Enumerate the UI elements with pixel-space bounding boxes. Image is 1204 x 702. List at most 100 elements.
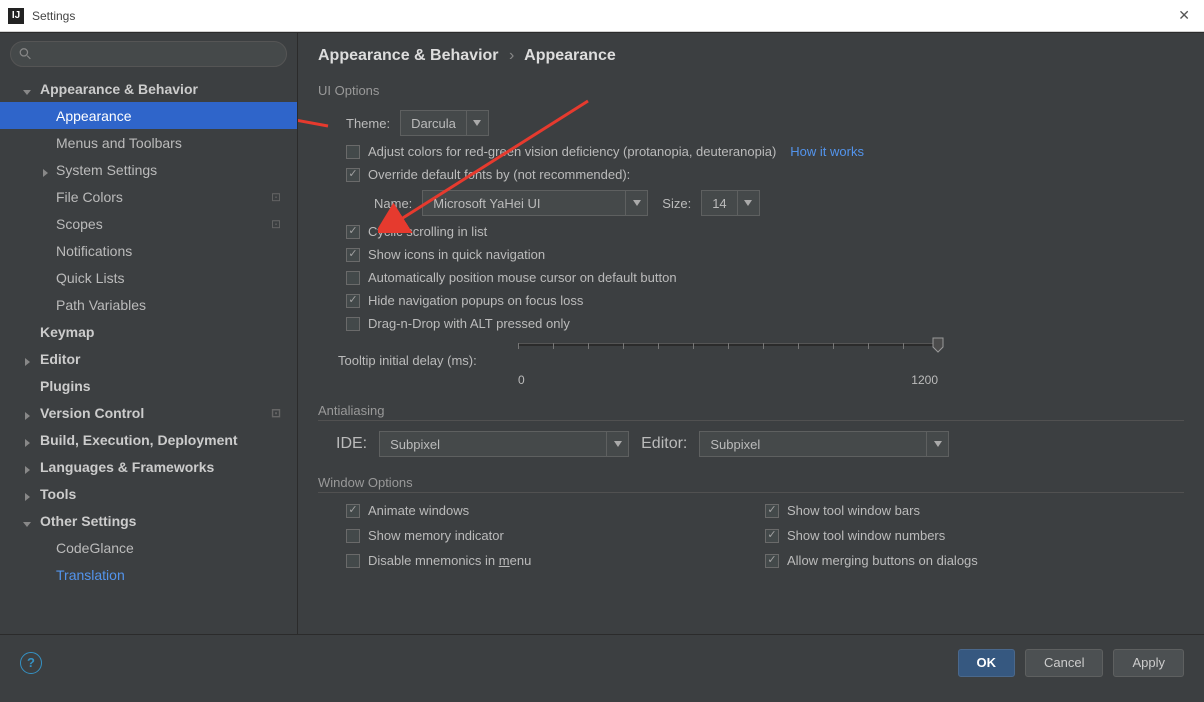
font-size-label: Size: bbox=[662, 196, 691, 211]
how-it-works-link[interactable]: How it works bbox=[790, 144, 864, 159]
tree-notifications[interactable]: Notifications bbox=[0, 237, 297, 264]
tree-build-execution[interactable]: Build, Execution, Deployment bbox=[0, 426, 297, 453]
tree-menus-toolbars[interactable]: Menus and Toolbars bbox=[0, 129, 297, 156]
app-icon: IJ bbox=[8, 8, 24, 24]
editor-aa-label: Editor: bbox=[641, 435, 687, 453]
slider-min: 0 bbox=[518, 373, 525, 387]
search-input-wrap bbox=[10, 41, 287, 67]
tree-keymap[interactable]: Keymap bbox=[0, 318, 297, 345]
tree-system-settings[interactable]: System Settings bbox=[0, 156, 297, 183]
editor-aa-combo[interactable]: Subpixel bbox=[699, 431, 949, 457]
ide-aa-label: IDE: bbox=[336, 435, 367, 453]
tree-label: Path Variables bbox=[56, 297, 146, 313]
hide-popups-label: Hide navigation popups on focus loss bbox=[368, 293, 583, 308]
disable-mnemonics-label: Disable mnemonics in menu bbox=[368, 553, 531, 568]
tooltip-delay-label: Tooltip initial delay (ms): bbox=[338, 339, 518, 368]
auto-mouse-checkbox[interactable] bbox=[346, 271, 360, 285]
disable-mnemonics-checkbox[interactable] bbox=[346, 554, 360, 568]
tree-languages-frameworks[interactable]: Languages & Frameworks bbox=[0, 453, 297, 480]
tree-label: File Colors bbox=[56, 189, 123, 205]
adjust-colors-label: Adjust colors for red-green vision defic… bbox=[368, 144, 776, 159]
chevron-down-icon bbox=[926, 432, 948, 456]
tooltip-delay-slider[interactable] bbox=[518, 339, 938, 373]
search-input[interactable] bbox=[10, 41, 287, 67]
cancel-button[interactable]: Cancel bbox=[1025, 649, 1103, 677]
tree-other-settings[interactable]: Other Settings bbox=[0, 507, 297, 534]
project-tag-icon: ⊡ bbox=[271, 406, 281, 420]
tree-label: Scopes bbox=[56, 216, 103, 232]
override-fonts-checkbox[interactable] bbox=[346, 168, 360, 182]
cyclic-scrolling-label: Cyclic scrolling in list bbox=[368, 224, 487, 239]
sidebar: Appearance & Behavior Appearance Menus a… bbox=[0, 33, 298, 634]
cyclic-scrolling-checkbox[interactable] bbox=[346, 225, 360, 239]
merge-buttons-checkbox[interactable] bbox=[765, 554, 779, 568]
font-size-combo[interactable]: 14 bbox=[701, 190, 759, 216]
project-tag-icon: ⊡ bbox=[271, 217, 281, 231]
font-name-combo[interactable]: Microsoft YaHei UI bbox=[422, 190, 648, 216]
auto-mouse-label: Automatically position mouse cursor on d… bbox=[368, 270, 677, 285]
hide-popups-checkbox[interactable] bbox=[346, 294, 360, 308]
tree-label: Translation bbox=[56, 567, 125, 583]
chevron-down-icon bbox=[22, 516, 32, 526]
tree-label: Quick Lists bbox=[56, 270, 124, 286]
chevron-right-icon bbox=[22, 408, 32, 418]
help-button[interactable]: ? bbox=[20, 652, 42, 674]
dnd-alt-checkbox[interactable] bbox=[346, 317, 360, 331]
tree-label: Menus and Toolbars bbox=[56, 135, 182, 151]
theme-label: Theme: bbox=[346, 116, 390, 131]
chevron-right-icon bbox=[40, 165, 50, 175]
memory-indicator-checkbox[interactable] bbox=[346, 529, 360, 543]
merge-buttons-label: Allow merging buttons on dialogs bbox=[787, 553, 978, 568]
tree-label: Editor bbox=[40, 351, 80, 367]
ide-aa-combo[interactable]: Subpixel bbox=[379, 431, 629, 457]
chevron-down-icon bbox=[606, 432, 628, 456]
tool-window-numbers-checkbox[interactable] bbox=[765, 529, 779, 543]
font-size-value: 14 bbox=[702, 196, 736, 211]
tree-label: Appearance bbox=[56, 108, 132, 124]
apply-button[interactable]: Apply bbox=[1113, 649, 1184, 677]
tree-scopes[interactable]: Scopes ⊡ bbox=[0, 210, 297, 237]
tree-label: System Settings bbox=[56, 162, 157, 178]
breadcrumb-group: Appearance & Behavior bbox=[318, 47, 499, 64]
font-name-value: Microsoft YaHei UI bbox=[423, 196, 625, 211]
ok-button[interactable]: OK bbox=[958, 649, 1016, 677]
tree-quick-lists[interactable]: Quick Lists bbox=[0, 264, 297, 291]
animate-windows-checkbox[interactable] bbox=[346, 504, 360, 518]
show-icons-checkbox[interactable] bbox=[346, 248, 360, 262]
tree-label: Keymap bbox=[40, 324, 94, 340]
memory-indicator-label: Show memory indicator bbox=[368, 528, 504, 543]
theme-combo[interactable]: Darcula bbox=[400, 110, 489, 136]
project-tag-icon: ⊡ bbox=[271, 190, 281, 204]
window-title: Settings bbox=[32, 9, 1172, 23]
section-ui-options: UI Options bbox=[318, 83, 1184, 100]
adjust-colors-checkbox[interactable] bbox=[346, 145, 360, 159]
font-name-label: Name: bbox=[374, 196, 412, 211]
tree-codeglance[interactable]: CodeGlance bbox=[0, 534, 297, 561]
chevron-down-icon bbox=[625, 191, 647, 215]
breadcrumb-separator-icon: › bbox=[509, 47, 514, 64]
section-window-options: Window Options bbox=[318, 475, 1184, 493]
show-icons-label: Show icons in quick navigation bbox=[368, 247, 545, 262]
close-icon[interactable]: ✕ bbox=[1172, 5, 1196, 26]
slider-thumb-icon[interactable] bbox=[932, 337, 944, 353]
tree-editor[interactable]: Editor bbox=[0, 345, 297, 372]
tree-translation[interactable]: Translation bbox=[0, 561, 297, 588]
tree-appearance-behavior[interactable]: Appearance & Behavior bbox=[0, 75, 297, 102]
tree-file-colors[interactable]: File Colors ⊡ bbox=[0, 183, 297, 210]
tree-appearance[interactable]: Appearance bbox=[0, 102, 297, 129]
tool-window-numbers-label: Show tool window numbers bbox=[787, 528, 945, 543]
tool-window-bars-checkbox[interactable] bbox=[765, 504, 779, 518]
tree-version-control[interactable]: Version Control ⊡ bbox=[0, 399, 297, 426]
animate-windows-label: Animate windows bbox=[368, 503, 469, 518]
tree-path-variables[interactable]: Path Variables bbox=[0, 291, 297, 318]
tree-label: Plugins bbox=[40, 378, 91, 394]
tree-label: Appearance & Behavior bbox=[40, 81, 198, 97]
tree-label: Notifications bbox=[56, 243, 132, 259]
tree-plugins[interactable]: Plugins bbox=[0, 372, 297, 399]
tree-label: Languages & Frameworks bbox=[40, 459, 214, 475]
tree-label: Tools bbox=[40, 486, 76, 502]
chevron-down-icon bbox=[22, 84, 32, 94]
section-antialiasing: Antialiasing bbox=[318, 403, 1184, 421]
theme-value: Darcula bbox=[401, 116, 466, 131]
tree-tools[interactable]: Tools bbox=[0, 480, 297, 507]
